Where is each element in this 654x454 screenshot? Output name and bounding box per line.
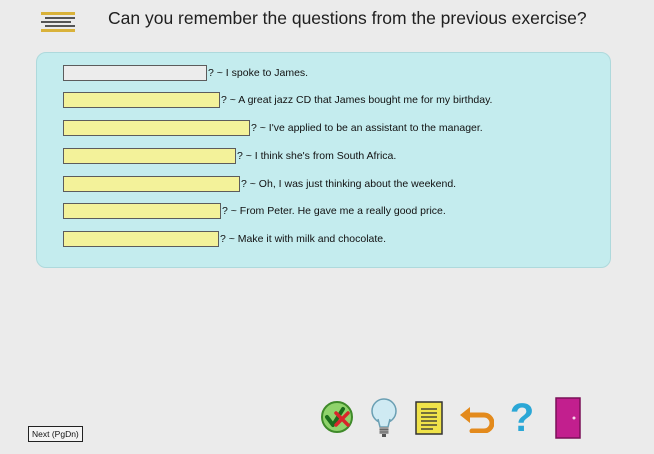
question-input-2[interactable] bbox=[63, 92, 220, 108]
help-icon[interactable]: ? bbox=[507, 396, 537, 443]
question-row-2: ? ~ A great jazz CD that James bought me… bbox=[63, 91, 492, 109]
question-row-6: ? ~ From Peter. He gave me a really good… bbox=[63, 202, 446, 220]
question-row-3: ? ~ I've applied to be an assistant to t… bbox=[63, 119, 483, 137]
check-answers-icon[interactable] bbox=[320, 400, 354, 439]
question-row-7: ? ~ Make it with milk and chocolate. bbox=[63, 230, 386, 248]
question-input-4[interactable] bbox=[63, 148, 236, 164]
question-input-3[interactable] bbox=[63, 120, 250, 136]
question-row-5: ? ~ Oh, I was just thinking about the we… bbox=[63, 175, 456, 193]
answer-text-4: ? ~ I think she's from South Africa. bbox=[237, 150, 397, 162]
hint-lightbulb-icon[interactable] bbox=[369, 397, 399, 444]
question-input-6[interactable] bbox=[63, 203, 221, 219]
answer-text-2: ? ~ A great jazz CD that James bought me… bbox=[221, 94, 493, 106]
answer-text-5: ? ~ Oh, I was just thinking about the we… bbox=[241, 178, 457, 190]
notes-icon[interactable] bbox=[414, 400, 444, 441]
answer-text-7: ? ~ Make it with milk and chocolate. bbox=[220, 233, 387, 245]
answer-text-3: ? ~ I've applied to be an assistant to t… bbox=[251, 122, 483, 134]
question-input-7[interactable] bbox=[63, 231, 219, 247]
question-input-5[interactable] bbox=[63, 176, 240, 192]
undo-icon[interactable] bbox=[458, 405, 495, 438]
exit-door-icon[interactable] bbox=[555, 397, 581, 444]
question-row-4: ? ~ I think she's from South Africa. bbox=[63, 147, 396, 165]
next-button[interactable]: Next (PgDn) bbox=[28, 426, 83, 442]
question-input-1[interactable] bbox=[63, 65, 207, 81]
answer-text-6: ? ~ From Peter. He gave me a really good… bbox=[222, 205, 446, 217]
svg-text:?: ? bbox=[510, 396, 534, 438]
question-row-1: ? ~ I spoke to James. bbox=[63, 64, 308, 82]
answer-text-1: ? ~ I spoke to James. bbox=[208, 67, 309, 79]
page-title: Can you remember the questions from the … bbox=[108, 8, 587, 28]
menu-lines-icon[interactable] bbox=[41, 11, 75, 33]
